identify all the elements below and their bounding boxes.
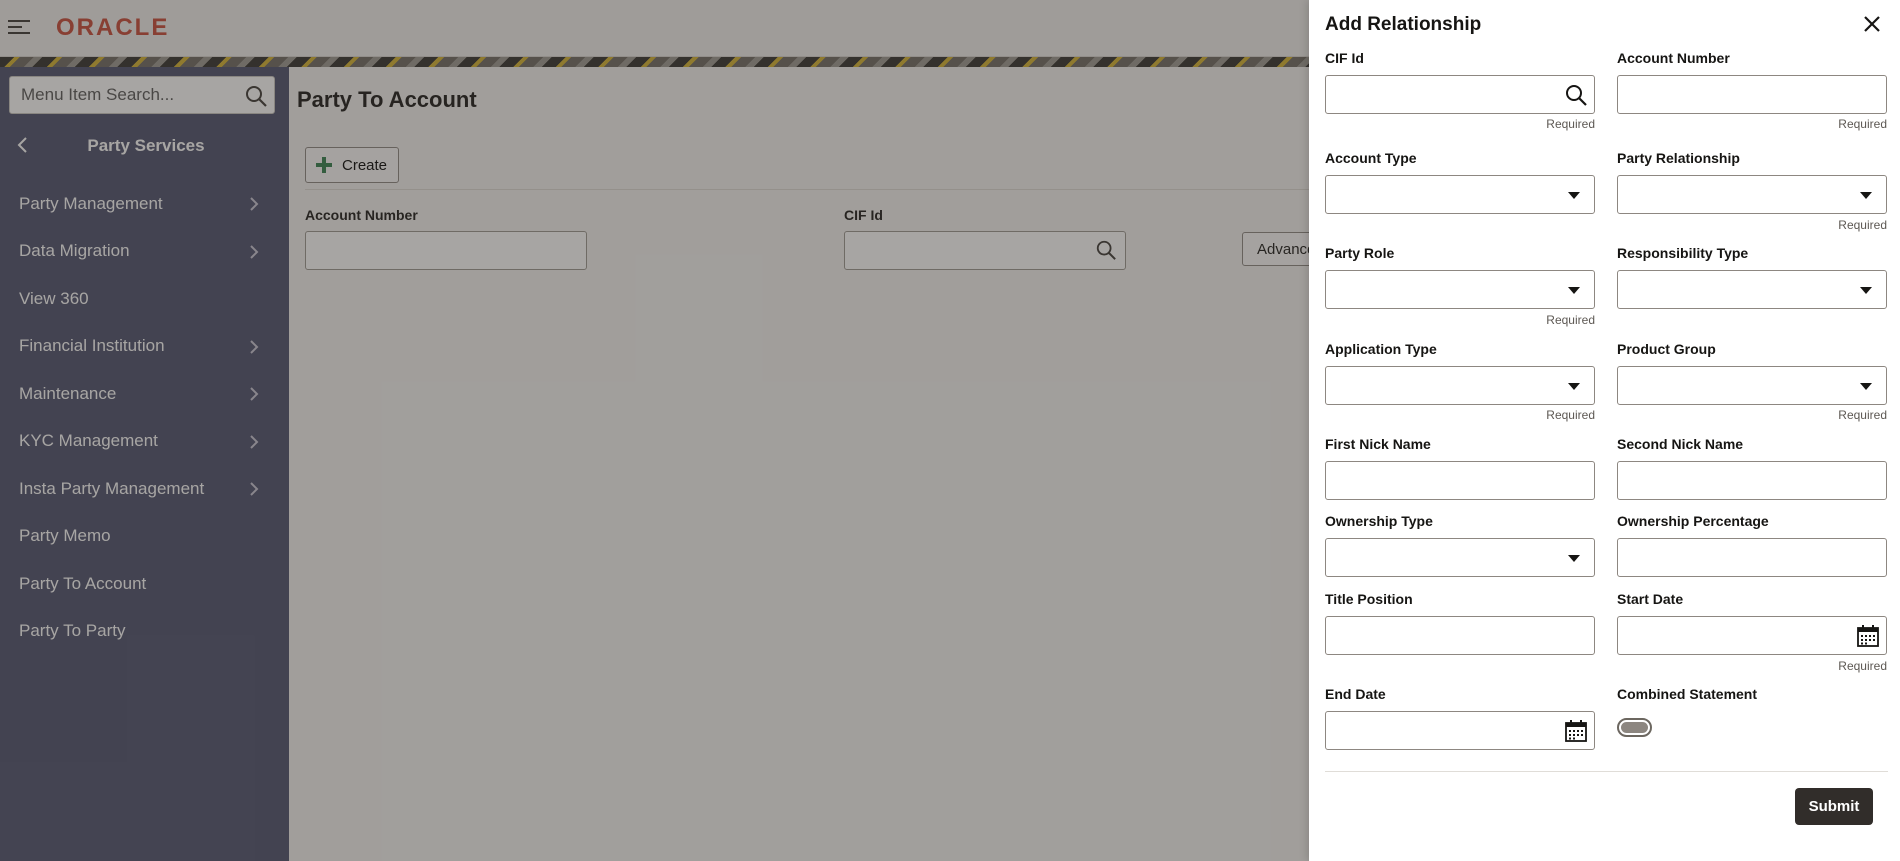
ownership-percentage-field[interactable] xyxy=(1617,538,1887,577)
party-relationship-select[interactable] xyxy=(1617,175,1887,214)
application-type-label: Application Type xyxy=(1325,341,1437,357)
cif-id-label: CIF Id xyxy=(1325,50,1364,66)
search-icon[interactable] xyxy=(1564,83,1588,107)
ownership-percentage-label: Ownership Percentage xyxy=(1617,513,1769,529)
close-icon[interactable] xyxy=(1861,13,1883,35)
end-date-label: End Date xyxy=(1325,686,1386,702)
end-date-field[interactable] xyxy=(1325,711,1595,750)
first-nick-name-field[interactable] xyxy=(1325,461,1595,500)
dropdown-arrow-icon xyxy=(1568,383,1580,390)
required-hint: Required xyxy=(1838,117,1887,131)
combined-statement-toggle[interactable] xyxy=(1617,718,1652,737)
calendar-icon[interactable] xyxy=(1564,719,1588,743)
modal-overlay[interactable] xyxy=(0,0,1309,861)
cif-id-field[interactable] xyxy=(1325,75,1595,114)
required-hint: Required xyxy=(1546,408,1595,422)
party-relationship-label: Party Relationship xyxy=(1617,150,1740,166)
responsibility-type-select[interactable] xyxy=(1617,270,1887,309)
dropdown-arrow-icon xyxy=(1568,287,1580,294)
party-role-label: Party Role xyxy=(1325,245,1395,261)
drawer-divider xyxy=(1325,771,1888,772)
product-group-select[interactable] xyxy=(1617,366,1887,405)
drawer-title: Add Relationship xyxy=(1325,14,1482,35)
account-number-field[interactable] xyxy=(1617,75,1887,114)
dropdown-arrow-icon xyxy=(1568,192,1580,199)
start-date-label: Start Date xyxy=(1617,591,1684,607)
second-nick-name-label: Second Nick Name xyxy=(1617,436,1744,452)
combined-statement-label: Combined Statement xyxy=(1617,686,1758,702)
calendar-icon[interactable] xyxy=(1856,624,1880,648)
required-hint: Required xyxy=(1838,218,1887,232)
responsibility-type-label: Responsibility Type xyxy=(1617,245,1749,261)
first-nick-name-label: First Nick Name xyxy=(1325,436,1431,452)
title-position-label: Title Position xyxy=(1325,591,1413,607)
start-date-field[interactable] xyxy=(1617,616,1887,655)
toggle-track xyxy=(1621,722,1648,733)
party-role-select[interactable] xyxy=(1325,270,1595,309)
second-nick-name-field[interactable] xyxy=(1617,461,1887,500)
ownership-type-select[interactable] xyxy=(1325,538,1595,577)
required-hint: Required xyxy=(1546,313,1595,327)
dropdown-arrow-icon xyxy=(1860,287,1872,294)
required-hint: Required xyxy=(1546,117,1595,131)
dropdown-arrow-icon xyxy=(1860,192,1872,199)
product-group-label: Product Group xyxy=(1617,341,1716,357)
required-hint: Required xyxy=(1838,659,1887,673)
application-type-select[interactable] xyxy=(1325,366,1595,405)
dropdown-arrow-icon xyxy=(1860,383,1872,390)
submit-button[interactable]: Submit xyxy=(1795,788,1873,825)
required-hint: Required xyxy=(1838,408,1887,422)
add-relationship-drawer: Add Relationship CIF Id Required Account… xyxy=(1309,0,1900,861)
account-number-label: Account Number xyxy=(1617,50,1730,66)
account-type-select[interactable] xyxy=(1325,175,1595,214)
title-position-field[interactable] xyxy=(1325,616,1595,655)
dropdown-arrow-icon xyxy=(1568,555,1580,562)
account-type-label: Account Type xyxy=(1325,150,1417,166)
ownership-type-label: Ownership Type xyxy=(1325,513,1433,529)
